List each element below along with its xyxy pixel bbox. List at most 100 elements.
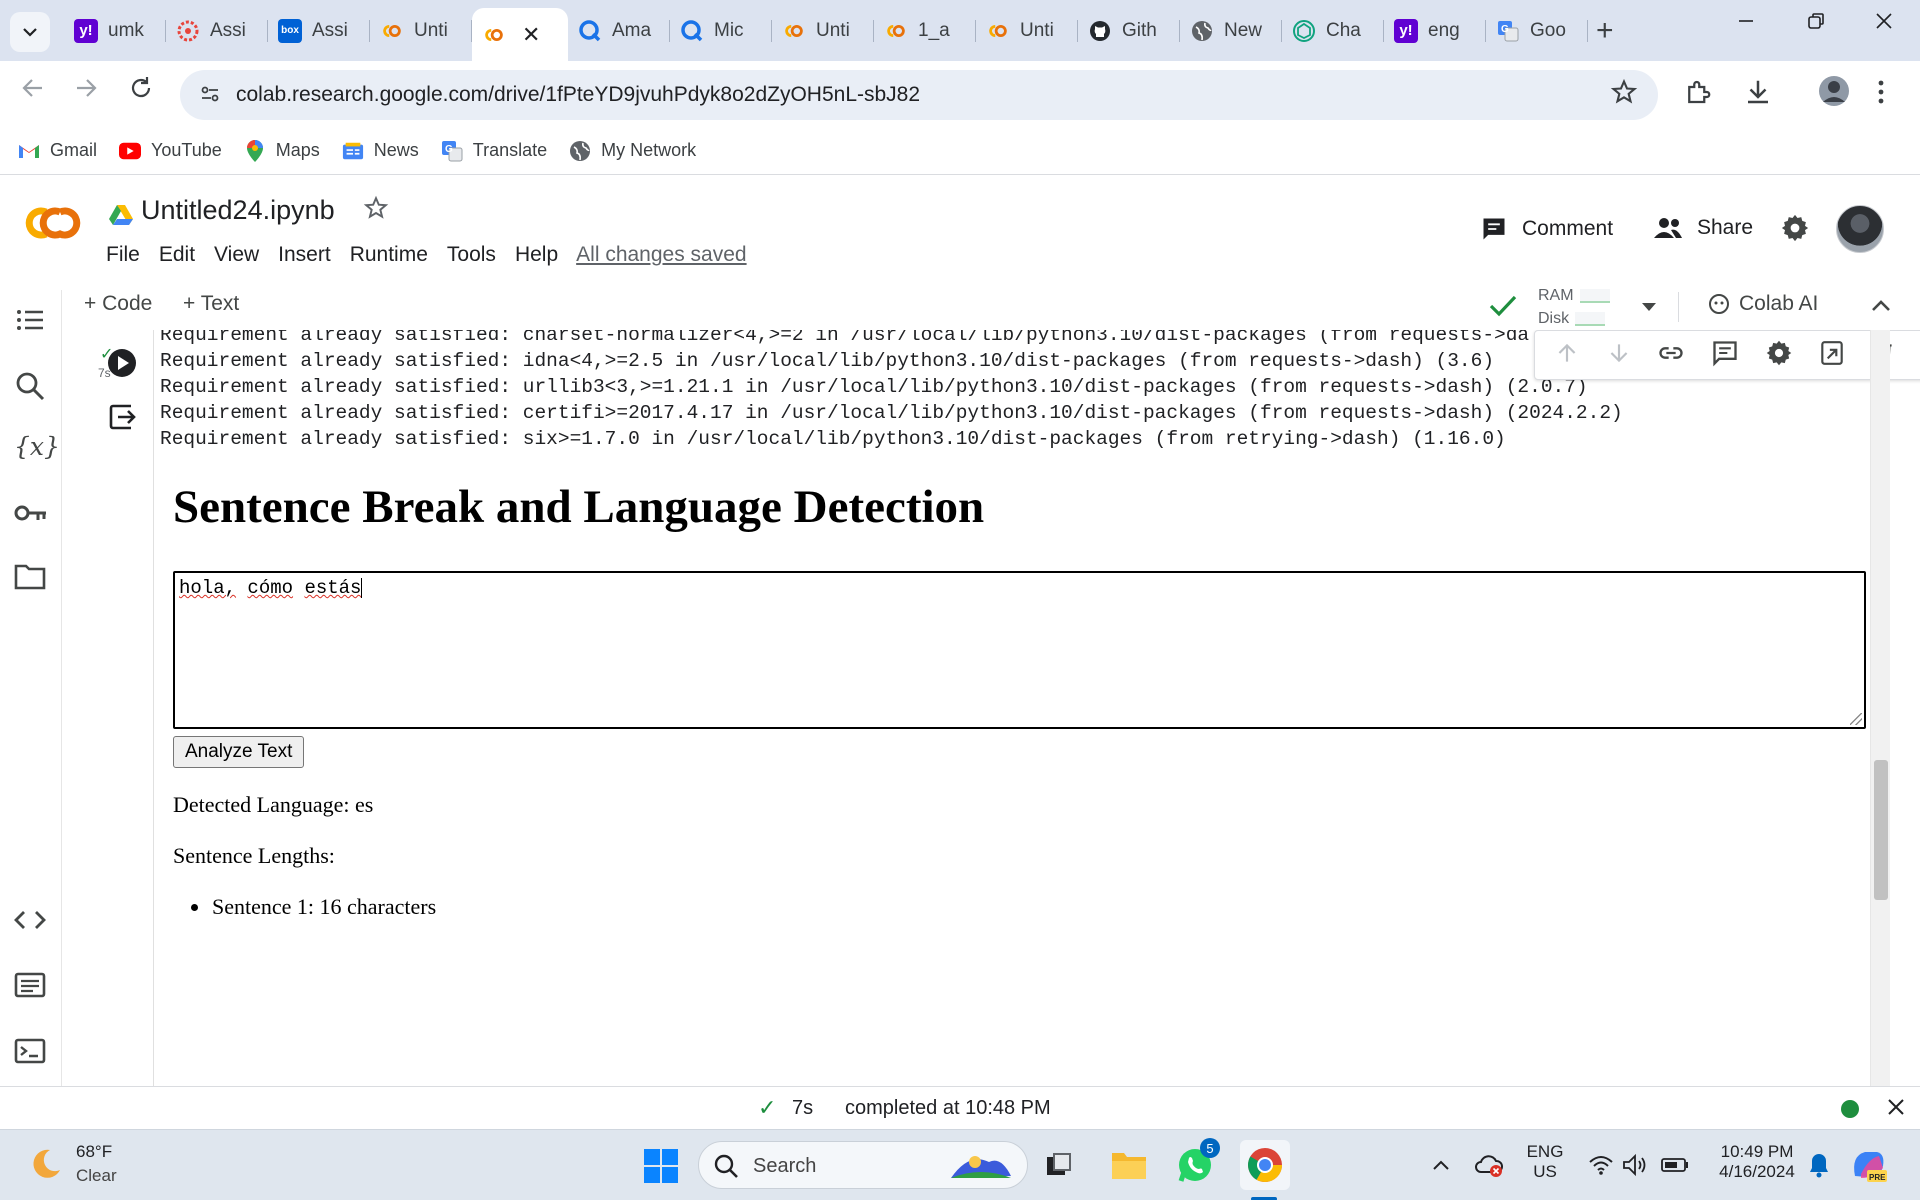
share-button[interactable]: Share bbox=[1653, 215, 1753, 241]
menu-edit[interactable]: Edit bbox=[159, 243, 195, 267]
whatsapp-icon[interactable]: 5 bbox=[1174, 1138, 1220, 1186]
bookmark-news[interactable]: News bbox=[342, 140, 419, 162]
save-status-link[interactable]: All changes saved bbox=[576, 243, 746, 267]
collapse-header-button[interactable] bbox=[1870, 296, 1892, 321]
resize-handle[interactable] bbox=[1850, 713, 1862, 725]
active-browser-tab[interactable]: ✕ bbox=[472, 8, 568, 61]
browser-tab[interactable]: Gith bbox=[1078, 8, 1180, 53]
system-clock[interactable]: 10:49 PM 4/16/2024 bbox=[1702, 1142, 1812, 1182]
menu-tools[interactable]: Tools bbox=[447, 243, 496, 267]
downloads-icon[interactable] bbox=[1743, 77, 1773, 112]
browser-tab[interactable]: y! umk bbox=[64, 8, 166, 53]
menu-view[interactable]: View bbox=[214, 243, 259, 267]
resource-monitor[interactable]: RAM Disk bbox=[1538, 284, 1610, 330]
move-cell-down-icon[interactable] bbox=[1606, 340, 1632, 371]
add-code-button[interactable]: + Code bbox=[84, 292, 152, 316]
browser-tab[interactable]: Ama bbox=[568, 8, 670, 53]
address-bar[interactable]: colab.research.google.com/drive/1fPteYD9… bbox=[180, 70, 1658, 120]
copilot-icon[interactable]: PRE bbox=[1848, 1144, 1890, 1186]
mirror-cell-icon[interactable] bbox=[1819, 339, 1845, 372]
close-tab-icon[interactable]: ✕ bbox=[522, 22, 540, 48]
text-input-area[interactable]: hola, cómo estás bbox=[173, 571, 1866, 729]
profile-avatar[interactable] bbox=[1818, 75, 1850, 112]
reload-button[interactable] bbox=[128, 75, 154, 108]
browser-tab[interactable]: y! eng bbox=[1384, 8, 1486, 53]
menu-runtime[interactable]: Runtime bbox=[350, 243, 428, 267]
extensions-icon[interactable] bbox=[1683, 77, 1713, 112]
bookmark-youtube[interactable]: YouTube bbox=[119, 140, 222, 162]
notebook-scrollbar[interactable] bbox=[1870, 330, 1890, 1086]
colab-logo[interactable] bbox=[22, 203, 84, 253]
browser-tab[interactable]: box Assi bbox=[268, 8, 370, 53]
bookmark-gmail[interactable]: Gmail bbox=[18, 140, 97, 162]
runtime-dropdown-icon[interactable] bbox=[1641, 300, 1657, 318]
settings-button[interactable] bbox=[1780, 213, 1810, 243]
chrome-taskbar-icon[interactable] bbox=[1240, 1140, 1290, 1190]
cell-settings-gear-icon[interactable] bbox=[1765, 339, 1793, 372]
weather-moon-icon[interactable] bbox=[28, 1146, 64, 1187]
table-of-contents-icon[interactable] bbox=[14, 304, 46, 341]
browser-menu-icon[interactable] bbox=[1874, 77, 1888, 112]
google-drive-icon[interactable] bbox=[108, 203, 134, 232]
link-icon[interactable] bbox=[1657, 339, 1685, 372]
back-button[interactable] bbox=[20, 75, 46, 108]
terminal-icon[interactable] bbox=[14, 1038, 46, 1069]
search-icon[interactable] bbox=[14, 370, 46, 407]
new-tab-button[interactable]: + bbox=[1596, 14, 1614, 48]
scrollbar-thumb[interactable] bbox=[1874, 760, 1888, 900]
gmail-icon bbox=[18, 140, 40, 162]
command-palette-icon[interactable] bbox=[14, 972, 46, 1003]
bookmark-star-icon[interactable] bbox=[1610, 78, 1638, 113]
bookmark-my-network[interactable]: My Network bbox=[569, 140, 696, 162]
quillbot-icon bbox=[680, 19, 704, 43]
add-comment-icon[interactable] bbox=[1711, 339, 1739, 372]
browser-tab[interactable]: Mic bbox=[670, 8, 772, 53]
browser-tab[interactable]: New bbox=[1180, 8, 1282, 53]
files-folder-icon[interactable] bbox=[14, 562, 46, 595]
minimize-window-button[interactable] bbox=[1736, 10, 1756, 38]
comment-label: Comment bbox=[1522, 217, 1614, 240]
star-notebook-icon[interactable] bbox=[363, 195, 389, 228]
tab-search-button[interactable] bbox=[10, 12, 50, 52]
cloud-sync-error-icon[interactable] bbox=[1468, 1144, 1510, 1186]
comment-button[interactable]: Comment bbox=[1480, 215, 1613, 243]
forward-button[interactable] bbox=[73, 75, 99, 108]
menu-help[interactable]: Help bbox=[515, 243, 558, 267]
close-status-button[interactable] bbox=[1886, 1091, 1906, 1124]
input-language-label[interactable]: ENG US bbox=[1525, 1142, 1565, 1182]
browser-tab[interactable]: 1_a bbox=[874, 8, 976, 53]
notification-bell-icon[interactable] bbox=[1798, 1144, 1840, 1186]
move-cell-up-icon[interactable] bbox=[1554, 340, 1580, 371]
menu-insert[interactable]: Insert bbox=[278, 243, 331, 267]
battery-icon[interactable] bbox=[1654, 1144, 1696, 1186]
menu-file[interactable]: File bbox=[106, 243, 140, 267]
output-actions-icon[interactable] bbox=[107, 402, 137, 437]
bookmark-translate[interactable]: G Translate bbox=[441, 140, 547, 162]
bookmark-maps[interactable]: Maps bbox=[244, 139, 320, 162]
windows-start-icon[interactable] bbox=[643, 1148, 679, 1189]
github-icon bbox=[1088, 19, 1112, 43]
code-snippets-icon[interactable] bbox=[14, 908, 46, 937]
browser-tab[interactable]: Unti bbox=[772, 8, 874, 53]
close-window-button[interactable] bbox=[1874, 10, 1894, 38]
browser-tab[interactable]: Unti bbox=[976, 8, 1078, 53]
analyze-text-button[interactable]: Analyze Text bbox=[173, 736, 305, 768]
colab-ai-button[interactable]: Colab AI bbox=[1707, 292, 1818, 316]
browser-tab[interactable]: Unti bbox=[370, 8, 472, 53]
site-info-icon[interactable] bbox=[198, 82, 222, 111]
taskbar-search-box[interactable]: Search bbox=[698, 1141, 1028, 1189]
restore-window-button[interactable] bbox=[1806, 10, 1826, 38]
volume-icon[interactable] bbox=[1614, 1144, 1656, 1186]
run-cell-button[interactable] bbox=[107, 348, 137, 383]
show-hidden-icons-chevron-icon[interactable] bbox=[1420, 1144, 1462, 1186]
notebook-title[interactable]: Untitled24.ipynb bbox=[141, 195, 335, 226]
account-avatar[interactable] bbox=[1836, 205, 1884, 253]
task-view-icon[interactable] bbox=[1038, 1144, 1080, 1186]
file-explorer-icon[interactable] bbox=[1108, 1144, 1150, 1186]
secrets-key-icon[interactable] bbox=[14, 502, 48, 529]
browser-tab[interactable]: Assi bbox=[166, 8, 268, 53]
add-text-button[interactable]: + Text bbox=[183, 292, 239, 316]
browser-tab[interactable]: Cha bbox=[1282, 8, 1384, 53]
variables-icon[interactable]: {x} bbox=[14, 432, 60, 461]
browser-tab[interactable]: G Goo bbox=[1486, 8, 1588, 53]
